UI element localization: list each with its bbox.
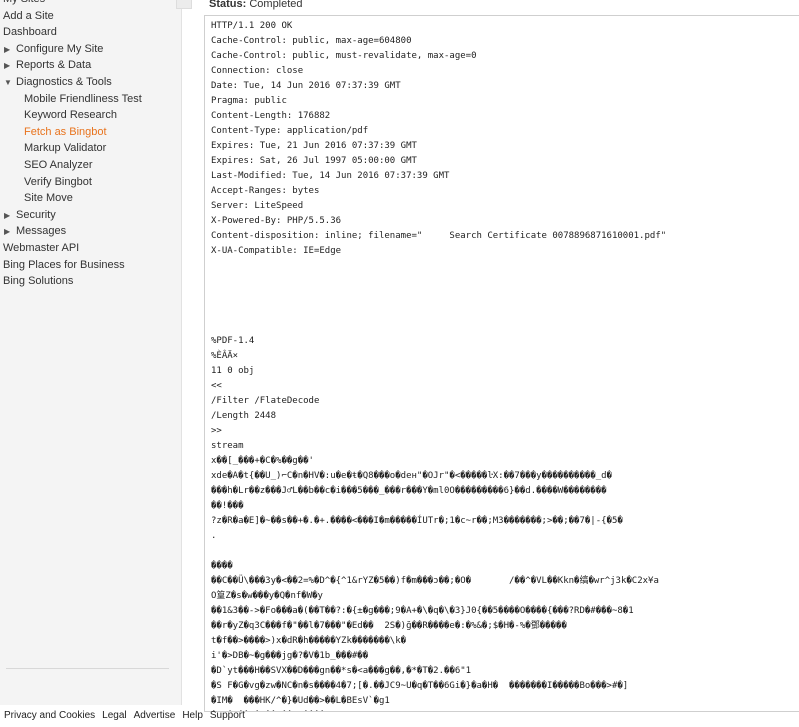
sidebar-item-label: Diagnostics & Tools <box>16 75 112 88</box>
sidebar-item-label: Messages <box>16 225 67 238</box>
footer-links: Privacy and Cookies Legal Advertise Help Sup… <box>4 710 252 721</box>
footer-link-advertise[interactable]: Advertise <box>134 710 176 721</box>
status-label: Status: <box>209 0 247 10</box>
sidebar-item-my-sites[interactable]: My Sites <box>0 0 181 8</box>
sidebar-item-seo-analyzer[interactable]: SEO Analyzer <box>0 157 181 174</box>
sidebar-item-markup-validator[interactable]: Markup Validator <box>0 140 181 157</box>
caret-right-icon: ▶ <box>4 44 11 54</box>
caret-right-icon: ▶ <box>4 61 11 71</box>
sidebar-item-mobile-friendliness-test[interactable]: Mobile Friendliness Test <box>0 91 181 108</box>
sidebar-item-label: Mobile Friendliness Test <box>24 92 142 105</box>
caret-right-icon: ▶ <box>4 227 11 237</box>
sidebar-item-label: Bing Places for Business <box>3 258 125 271</box>
scroll-tab[interactable] <box>176 0 192 9</box>
sidebar-item-diagnostics-tools[interactable]: ▼ Diagnostics & Tools <box>0 74 181 91</box>
sidebar-item-label: My Sites <box>3 0 45 5</box>
response-text: HTTP/1.1 200 OK Cache-Control: public, m… <box>211 21 667 706</box>
sidebar-item-label: Fetch as Bingbot <box>24 125 107 138</box>
footer-link-support[interactable]: Support <box>210 710 245 721</box>
sidebar-item-bing-places-for-business[interactable]: Bing Places for Business <box>0 257 181 274</box>
response-panel[interactable]: HTTP/1.1 200 OK Cache-Control: public, m… <box>204 15 799 712</box>
sidebar-item-fetch-as-bingbot[interactable]: Fetch as Bingbot <box>0 124 181 141</box>
sidebar-item-verify-bingbot[interactable]: Verify Bingbot <box>0 174 181 191</box>
sidebar-item-security[interactable]: ▶ Security <box>0 207 181 224</box>
sidebar-item-label: SEO Analyzer <box>24 158 93 171</box>
sidebar-item-label: Security <box>16 208 56 221</box>
sidebar-item-configure-my-site[interactable]: ▶ Configure My Site <box>0 41 181 58</box>
sidebar-item-bing-solutions[interactable]: Bing Solutions <box>0 273 181 290</box>
footer-link-legal[interactable]: Legal <box>102 710 126 721</box>
sidebar-item-site-move[interactable]: Site Move <box>0 190 181 207</box>
sidebar-item-label: Reports & Data <box>16 59 92 72</box>
sidebar-item-label: Keyword Research <box>24 109 117 122</box>
sidebar-item-label: Bing Solutions <box>3 275 74 288</box>
status-value: Completed <box>249 0 303 10</box>
sidebar-item-add-a-site[interactable]: Add a Site <box>0 8 181 25</box>
sidebar-item-label: Markup Validator <box>24 142 107 155</box>
sidebar-item-webmaster-api[interactable]: Webmaster API <box>0 240 181 257</box>
nav-list: My Sites Add a Site Dashboard ▶ Configure My… <box>0 0 181 290</box>
sidebar-item-label: Verify Bingbot <box>24 175 92 188</box>
sidebar-item-label: Add a Site <box>3 9 54 22</box>
sidebar-item-keyword-research[interactable]: Keyword Research <box>0 107 181 124</box>
sidebar-item-label: Webmaster API <box>3 241 80 254</box>
sidebar-item-messages[interactable]: ▶ Messages <box>0 223 181 240</box>
sidebar-item-reports-data[interactable]: ▶ Reports & Data <box>0 57 181 74</box>
sidebar-nav: My Sites Add a Site Dashboard ▶ Configure My… <box>0 0 182 705</box>
sidebar-item-dashboard[interactable]: Dashboard <box>0 24 181 41</box>
caret-right-icon: ▶ <box>4 210 11 220</box>
footer-link-help[interactable]: Help <box>182 710 203 721</box>
sidebar-divider <box>6 668 169 669</box>
footer-link-privacy-and-cookies[interactable]: Privacy and Cookies <box>4 710 95 721</box>
sidebar-item-label: Dashboard <box>3 26 57 39</box>
fetch-status: Status: Completed <box>209 0 303 10</box>
sidebar-item-label: Site Move <box>24 192 73 205</box>
sidebar-item-label: Configure My Site <box>16 42 104 55</box>
caret-down-icon: ▼ <box>4 77 12 87</box>
